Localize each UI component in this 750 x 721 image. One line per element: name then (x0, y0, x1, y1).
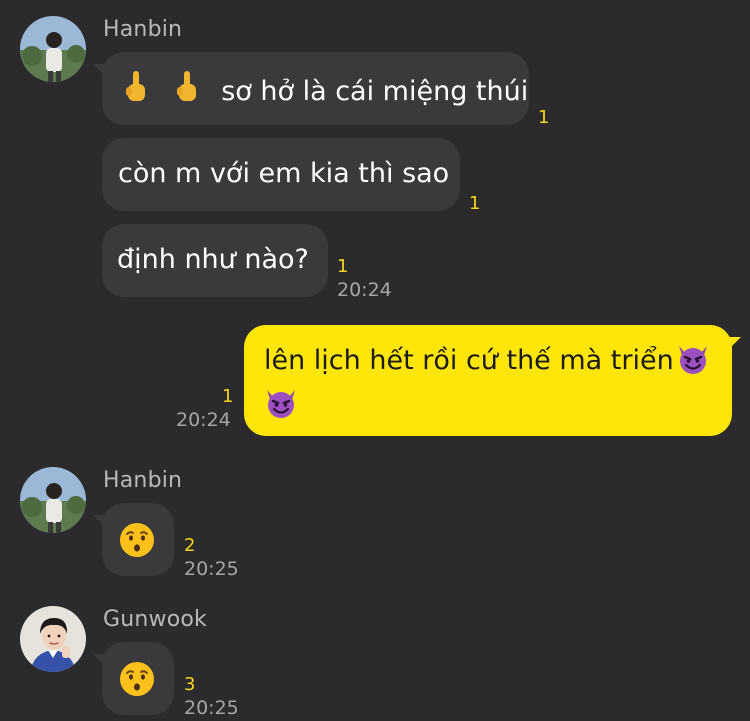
my-message-bubble[interactable]: lên lịch hết rồi cứ thế mà triển (244, 325, 741, 436)
avatar-hanbin[interactable] (20, 16, 86, 82)
message-timestamp: 20:24 (337, 279, 392, 301)
sender-name: Hanbin (103, 17, 183, 42)
smiling-devil-icon (264, 387, 298, 429)
message-text: sơ hở là cái miệng thúi (221, 76, 529, 107)
message-timestamp: 20:25 (184, 697, 239, 719)
unread-count: 1 (538, 107, 550, 128)
message-text: định như nào? (117, 244, 309, 275)
unread-count: 1 (469, 193, 481, 214)
message-bubble[interactable]: còn m với em kia thì sao (102, 138, 460, 211)
message-bubble[interactable]: sơ hở là cái miệng thúi (93, 52, 529, 125)
hushed-face-icon (118, 661, 156, 707)
middle-finger-icon (173, 70, 201, 114)
sender-name: Gunwook (103, 607, 207, 632)
middle-finger-icon (122, 70, 150, 114)
avatar-gunwook[interactable] (20, 606, 86, 672)
message-timestamp: 20:24 (176, 409, 231, 431)
unread-count: 3 (184, 674, 196, 695)
hushed-face-icon (118, 522, 156, 568)
unread-count: 1 (222, 386, 234, 407)
smiling-devil-icon (676, 343, 710, 385)
sender-name: Hanbin (103, 468, 183, 493)
message-bubble[interactable]: định như nào? (102, 224, 328, 297)
unread-count: 2 (184, 535, 196, 556)
avatar-hanbin[interactable] (20, 467, 86, 533)
message-timestamp: 20:25 (184, 558, 239, 580)
message-bubble[interactable] (93, 642, 174, 715)
message-text: còn m với em kia thì sao (118, 158, 450, 189)
message-bubble[interactable] (93, 503, 174, 576)
unread-count: 1 (337, 256, 349, 277)
message-text: lên lịch hết rồi cứ thế mà triển (264, 345, 674, 376)
